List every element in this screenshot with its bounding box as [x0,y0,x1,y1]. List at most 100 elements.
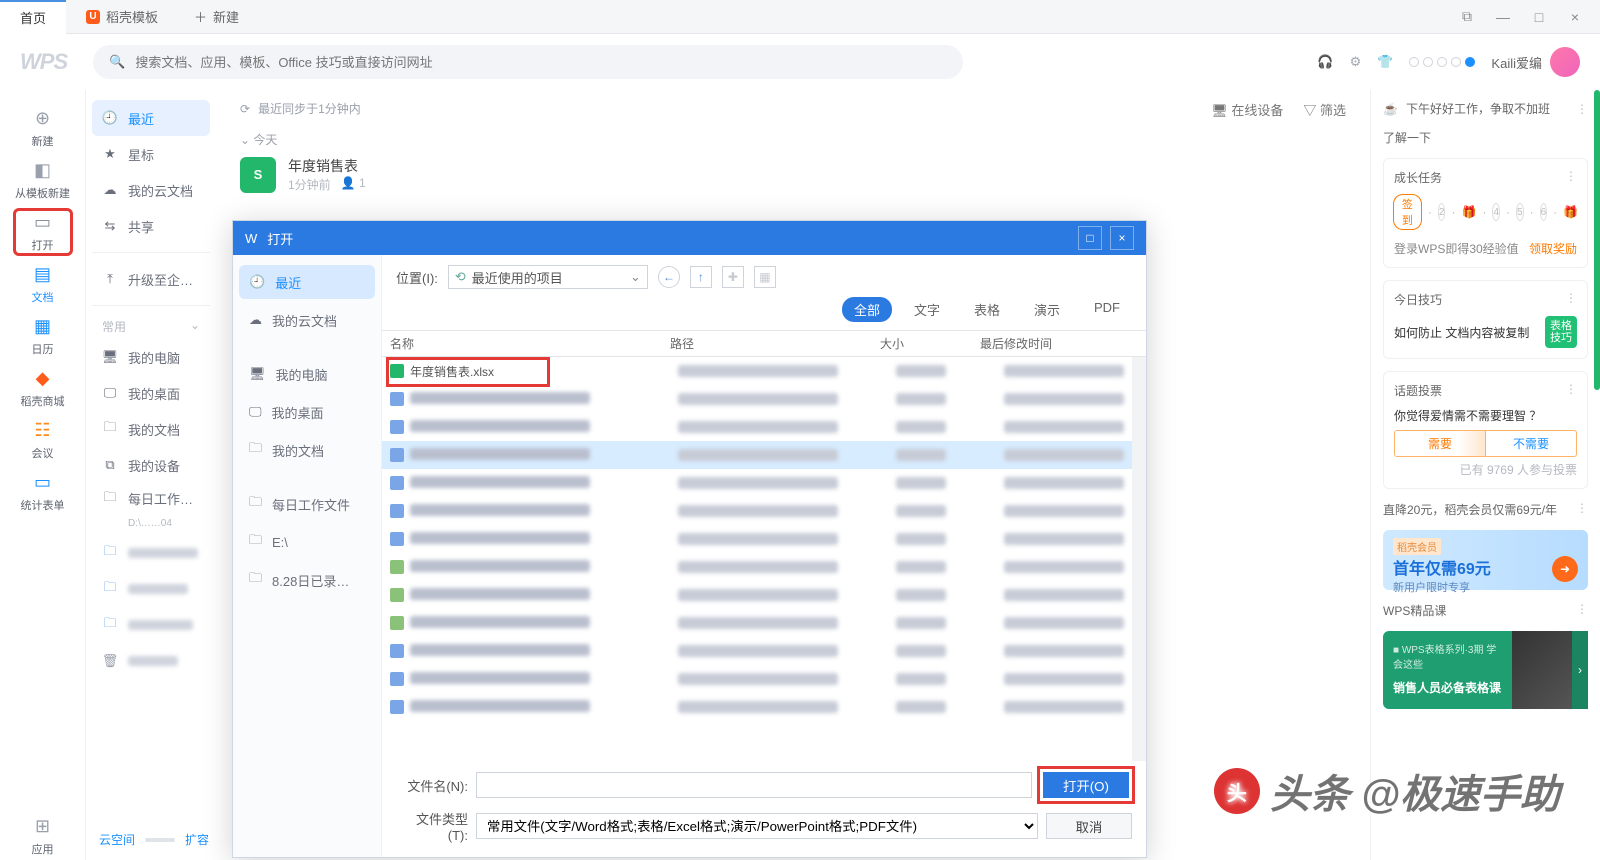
tip-link[interactable]: 如何防止 文档内容被复制 [1394,324,1529,341]
col-path[interactable]: 路径 [662,331,872,356]
headset-icon[interactable]: 🎧 [1317,54,1333,70]
nav-devices[interactable]: ⧉我的设备 [92,447,210,483]
nav-recent[interactable]: 🕘最近 [92,100,210,136]
nav-star[interactable]: ★星标 [92,136,210,172]
file-row[interactable] [382,581,1132,609]
more-icon[interactable]: ⋮ [1576,102,1588,116]
nav-cloud[interactable]: ☁我的云文档 [92,172,210,208]
nav-blurred-3[interactable]: 🗀 [92,607,210,643]
course-card[interactable]: ■ WPS表格系列·3期 学会这些销售人员必备表格课 › [1383,631,1588,709]
file-row[interactable]: 年度销售表.xlsx [382,357,1132,385]
rail-forms[interactable]: ▭统计表单 [13,468,73,516]
location-select[interactable]: ⟲ 最近使用的项目 ⌄ [448,265,648,289]
side-computer[interactable]: 🖥我的电脑 [239,357,375,391]
expand-link[interactable]: 扩容 [185,831,209,848]
tab-home[interactable]: 首页 [0,0,66,34]
vote-yes[interactable]: 需要 [1395,431,1486,456]
file-row[interactable] [382,469,1132,497]
rail-new[interactable]: ⊕新建 [13,104,73,152]
rail-docker[interactable]: ◆稻壳商城 [13,364,73,412]
file-row[interactable] [382,609,1132,637]
skin-icon[interactable]: 👕 [1377,54,1393,70]
search-input[interactable] [135,55,947,70]
nav-upgrade[interactable]: ⤒升级至企… [92,261,210,297]
more-icon[interactable]: ⋮ [1565,382,1577,399]
more-icon[interactable]: ⋮ [1565,169,1577,186]
cloudspace-link[interactable]: 云空间 [99,831,135,848]
get-reward-link[interactable]: 领取奖励 [1529,240,1577,257]
nav-daily[interactable]: 🗀每日工作… D:\……04 [92,483,210,535]
nav-documents[interactable]: 🗀我的文档 [92,411,210,447]
notify-icon[interactable]: ⚙︎ [1350,54,1362,70]
side-recent[interactable]: 🕘最近 [239,265,375,299]
filter-pdf[interactable]: PDF [1082,297,1132,322]
file-row[interactable] [382,497,1132,525]
rail-meeting[interactable]: ☷会议 [13,416,73,464]
window-close-icon[interactable]: × [1560,3,1590,31]
nav-share[interactable]: ⇆共享 [92,208,210,244]
window-extra-icon[interactable]: ⧉ [1452,3,1482,31]
nav-desktop[interactable]: 🖵我的桌面 [92,375,210,411]
view-icon[interactable]: ▦ [754,266,776,288]
file-row[interactable] [382,413,1132,441]
file-row[interactable] [382,553,1132,581]
rail-from-template[interactable]: ◧从模板新建 [13,156,73,204]
col-name[interactable]: 名称 [382,331,662,356]
back-icon[interactable]: ← [658,266,680,288]
rail-calendar[interactable]: ▦日历 [13,312,73,360]
user-block[interactable]: Kaili爱编 [1491,47,1580,77]
file-row[interactable] [382,665,1132,693]
filter-button[interactable]: ▽ 筛选 [1303,100,1346,119]
filetype-select[interactable]: 常用文件(文字/Word格式;表格/Excel格式;演示/PowerPoint格… [476,813,1038,839]
dialog-close-icon[interactable]: × [1110,226,1134,250]
side-cloud[interactable]: ☁我的云文档 [239,303,375,337]
more-icon[interactable]: ⋮ [1576,501,1588,518]
filter-all[interactable]: 全部 [842,297,892,322]
window-minimize-icon[interactable]: — [1488,3,1518,31]
chevron-down-icon[interactable]: ⌄ [190,318,200,335]
tab-new[interactable]: ＋ 新建 [178,7,255,26]
nav-blurred-2[interactable]: 🗀 [92,571,210,607]
vote-no[interactable]: 不需要 [1486,431,1576,456]
dialog-maximize-icon[interactable]: □ [1078,226,1102,250]
file-row[interactable] [382,525,1132,553]
side-daily[interactable]: 🗀每日工作文件 [239,487,375,521]
checkin-chain[interactable]: 签到·2·🎁·4·5·6·🎁 [1394,194,1577,230]
filename-input[interactable] [476,772,1032,798]
nav-blurred-1[interactable]: 🗀 [92,535,210,571]
file-row[interactable] [382,385,1132,413]
file-row[interactable] [382,693,1132,721]
nav-blurred-4[interactable]: 🗑 [92,643,210,679]
filter-excel[interactable]: 表格 [962,297,1012,322]
window-maximize-icon[interactable]: □ [1524,3,1554,31]
vote-buttons[interactable]: 需要 不需要 [1394,430,1577,457]
search-bar[interactable]: 🔍 [93,45,963,79]
col-date[interactable]: 最后修改时间 [972,331,1146,356]
side-desktop[interactable]: 🖵我的桌面 [239,395,375,429]
rail-apps[interactable]: ⊞应用 [13,812,73,860]
cancel-button[interactable]: 取消 [1046,813,1132,839]
tab-docker[interactable]: U 稻壳模板 [66,0,178,34]
open-button[interactable]: 打开(O) [1043,772,1129,798]
side-documents[interactable]: 🗀我的文档 [239,433,375,467]
filter-word[interactable]: 文字 [902,297,952,322]
side-date[interactable]: 🗀8.28日已录… [239,563,375,597]
more-icon[interactable]: ⋮ [1576,602,1588,619]
col-size[interactable]: 大小 [872,331,972,356]
service-dots[interactable] [1409,57,1475,67]
new-folder-icon[interactable]: ✚ [722,266,744,288]
people-icon: 👤 1 [341,176,366,193]
docker-icon: U [86,10,100,24]
up-icon[interactable]: ↑ [690,266,712,288]
online-devices[interactable]: 🖥 在线设备 [1211,100,1283,119]
side-e[interactable]: 🗀E:\ [239,525,375,559]
recent-file[interactable]: S 年度销售表 1分钟前👤 1 [240,156,1346,193]
filter-ppt[interactable]: 演示 [1022,297,1072,322]
promo-card[interactable]: 稻壳会员 首年仅需69元 新用户限时专享 ➜ [1383,530,1588,590]
file-row[interactable] [382,441,1132,469]
rail-open[interactable]: ▭打开 [13,208,73,256]
rail-docs[interactable]: ▤文档 [13,260,73,308]
more-icon[interactable]: ⋮ [1565,291,1577,308]
nav-computer[interactable]: 🖥我的电脑 [92,339,210,375]
file-row[interactable] [382,637,1132,665]
